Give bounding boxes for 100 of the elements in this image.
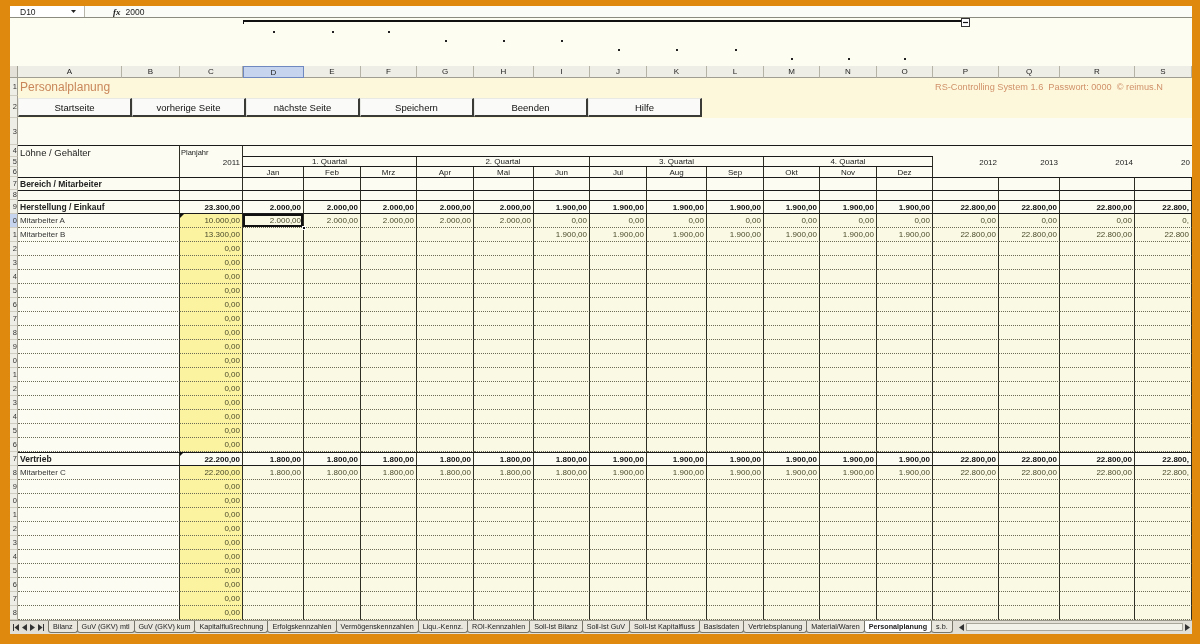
- column-header[interactable]: N: [820, 66, 877, 78]
- column-header[interactable]: P: [933, 66, 999, 78]
- function-label: fx: [113, 6, 121, 17]
- table-cell: 0,00: [999, 214, 1060, 228]
- column-header[interactable]: G: [417, 66, 474, 78]
- column-header[interactable]: D: [243, 66, 304, 78]
- table-cell: 1.900,00: [590, 228, 647, 242]
- first-sheet-icon[interactable]: [13, 623, 19, 631]
- table-cell: 0,00: [180, 396, 243, 410]
- table-cell: 0,00: [180, 410, 243, 424]
- table-cell: 0,00: [180, 508, 243, 522]
- table-cell: 0,00: [1060, 214, 1135, 228]
- collapse-icon[interactable]: [961, 18, 970, 27]
- table-cell: 1.800,00: [304, 466, 361, 480]
- column-header[interactable]: O: [877, 66, 933, 78]
- table-cell: 23.300,00: [180, 200, 243, 214]
- table-cell: 22.800,00: [1060, 228, 1135, 242]
- previous-sheet-icon[interactable]: [22, 623, 27, 631]
- fill-handle[interactable]: [302, 226, 306, 230]
- scroll-right-icon[interactable]: [1185, 623, 1190, 631]
- month-header: Apr: [417, 167, 474, 177]
- table-title: Löhne / Gehälter: [18, 145, 180, 177]
- month-header: Jan: [243, 167, 304, 177]
- table-cell: 0,00: [180, 550, 243, 564]
- column-header[interactable]: K: [647, 66, 707, 78]
- table-cell: 0,00: [180, 256, 243, 270]
- table-cell: 22.800,00: [1060, 200, 1135, 214]
- table-cell: 0,00: [180, 270, 243, 284]
- column-header[interactable]: B: [122, 66, 180, 78]
- toolbar-button[interactable]: Startseite: [18, 98, 132, 117]
- table-cell: 1.900,00: [647, 228, 707, 242]
- toolbar-button[interactable]: Beenden: [474, 98, 588, 117]
- month-header: Jun: [534, 167, 590, 177]
- column-header[interactable]: H: [474, 66, 534, 78]
- group-label: Vertrieb: [18, 452, 180, 466]
- column-header[interactable]: F: [361, 66, 417, 78]
- table-cell: 0,00: [707, 214, 764, 228]
- table-cell: 0,00: [180, 368, 243, 382]
- info-text: RS-Controlling System 1.6 Passwort: 0000 © reimus.N: [934, 81, 1164, 94]
- table-cell: 13.300,00: [180, 228, 243, 242]
- formula-field[interactable]: 2000: [125, 6, 326, 17]
- toolbar-button[interactable]: Speichern: [360, 98, 474, 117]
- next-sheet-icon[interactable]: [30, 623, 35, 631]
- table-cell: 0,00: [180, 606, 243, 620]
- table-cell: 0,00: [180, 298, 243, 312]
- table-cell: 2.000,00: [474, 214, 534, 228]
- column-header[interactable]: R: [1060, 66, 1135, 78]
- year-header: 2011: [221, 158, 240, 167]
- table-cell: 0,00: [180, 480, 243, 494]
- quarter-header: 3. Quartal: [590, 157, 764, 167]
- table-cell: 1.900,00: [707, 466, 764, 480]
- column-header[interactable]: A: [18, 66, 122, 78]
- toolbar-button[interactable]: nächste Seite: [246, 98, 360, 117]
- month-header: Jul: [590, 167, 647, 177]
- section-label: Bereich / Mitarbeiter: [18, 177, 180, 190]
- toolbar-button[interactable]: vorherige Seite: [132, 98, 246, 117]
- table-cell: 0,00: [180, 522, 243, 536]
- last-sheet-icon[interactable]: [38, 623, 44, 631]
- quarter-header: 1. Quartal: [243, 157, 417, 167]
- table-cell: 0,00: [180, 592, 243, 606]
- table-cell: 1.900,00: [707, 228, 764, 242]
- column-header[interactable]: Q: [999, 66, 1060, 78]
- table-cell: 0,00: [180, 564, 243, 578]
- table-cell: 22.200,00: [180, 466, 243, 480]
- table-cell: 1.900,00: [820, 466, 877, 480]
- column-header[interactable]: M: [764, 66, 820, 78]
- table-cell: 1.800,00: [243, 466, 304, 480]
- table-cell: 1.800,00: [474, 466, 534, 480]
- table-cell: 22.800,00: [933, 466, 999, 480]
- month-header: Nov: [820, 167, 877, 177]
- table-cell: 22.800,00: [933, 452, 999, 466]
- column-header[interactable]: L: [707, 66, 764, 78]
- toolbar-button[interactable]: Hilfe: [588, 98, 702, 117]
- month-header: Sep: [707, 167, 764, 177]
- table-cell: 0,00: [180, 354, 243, 368]
- dropdown-icon[interactable]: [71, 10, 76, 13]
- column-header[interactable]: E: [304, 66, 361, 78]
- table-cell: 2.000,00: [243, 214, 304, 228]
- quarter-header: 4. Quartal: [764, 157, 933, 167]
- table-cell: 0,00: [764, 214, 820, 228]
- column-header[interactable]: J: [590, 66, 647, 78]
- table-cell: 1.900,00: [764, 466, 820, 480]
- table-cell: 1.900,00: [764, 228, 820, 242]
- year-header: 2013: [1039, 157, 1059, 167]
- table-cell: 0,00: [180, 424, 243, 438]
- table-cell: 22.800,00: [933, 200, 999, 214]
- column-header[interactable]: C: [180, 66, 243, 78]
- month-header: Mrz: [361, 167, 417, 177]
- table-cell: 2.000,00: [361, 214, 417, 228]
- horizontal-scrollbar[interactable]: [965, 623, 1183, 631]
- column-header[interactable]: I: [534, 66, 590, 78]
- table-cell: 0,00: [180, 438, 243, 452]
- table-cell: 22.800,00: [1060, 452, 1135, 466]
- table-cell: 22.800,00: [933, 228, 999, 242]
- table-cell: 0,00: [877, 214, 933, 228]
- name-box[interactable]: D10: [10, 6, 85, 17]
- table-cell: 0,00: [180, 494, 243, 508]
- column-header[interactable]: S: [1135, 66, 1192, 78]
- sheet-title: Personalplanung: [19, 79, 112, 96]
- year-header: 2012: [978, 157, 998, 167]
